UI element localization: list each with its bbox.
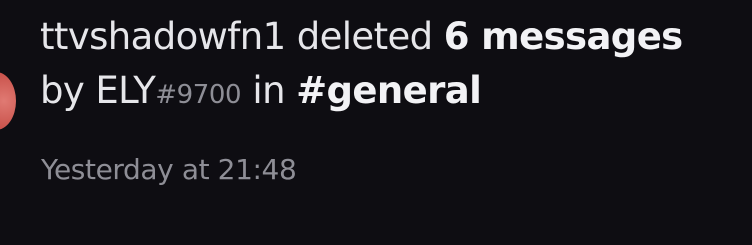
log-message: ttvshadowfn1 deleted 6 messages by ELY#9…	[40, 10, 745, 122]
audit-log-entry: ttvshadowfn1 deleted 6 messages by ELY#9…	[0, 0, 752, 245]
target-username[interactable]: ELY	[95, 69, 155, 112]
avatar[interactable]	[0, 72, 16, 130]
channel-link[interactable]: #general	[296, 69, 482, 112]
action-text: deleted	[296, 15, 433, 58]
in-text: in	[252, 69, 285, 112]
log-line-2: by ELY#9700 in #general	[40, 64, 745, 122]
actor-username[interactable]: ttvshadowfn1	[40, 15, 286, 58]
timestamp: Yesterday at 21:48	[41, 153, 297, 186]
log-line-1: ttvshadowfn1 deleted 6 messages	[40, 10, 745, 64]
by-text: by	[40, 69, 85, 112]
deleted-count: 6 messages	[443, 15, 683, 58]
target-discriminator: #9700	[155, 80, 242, 110]
